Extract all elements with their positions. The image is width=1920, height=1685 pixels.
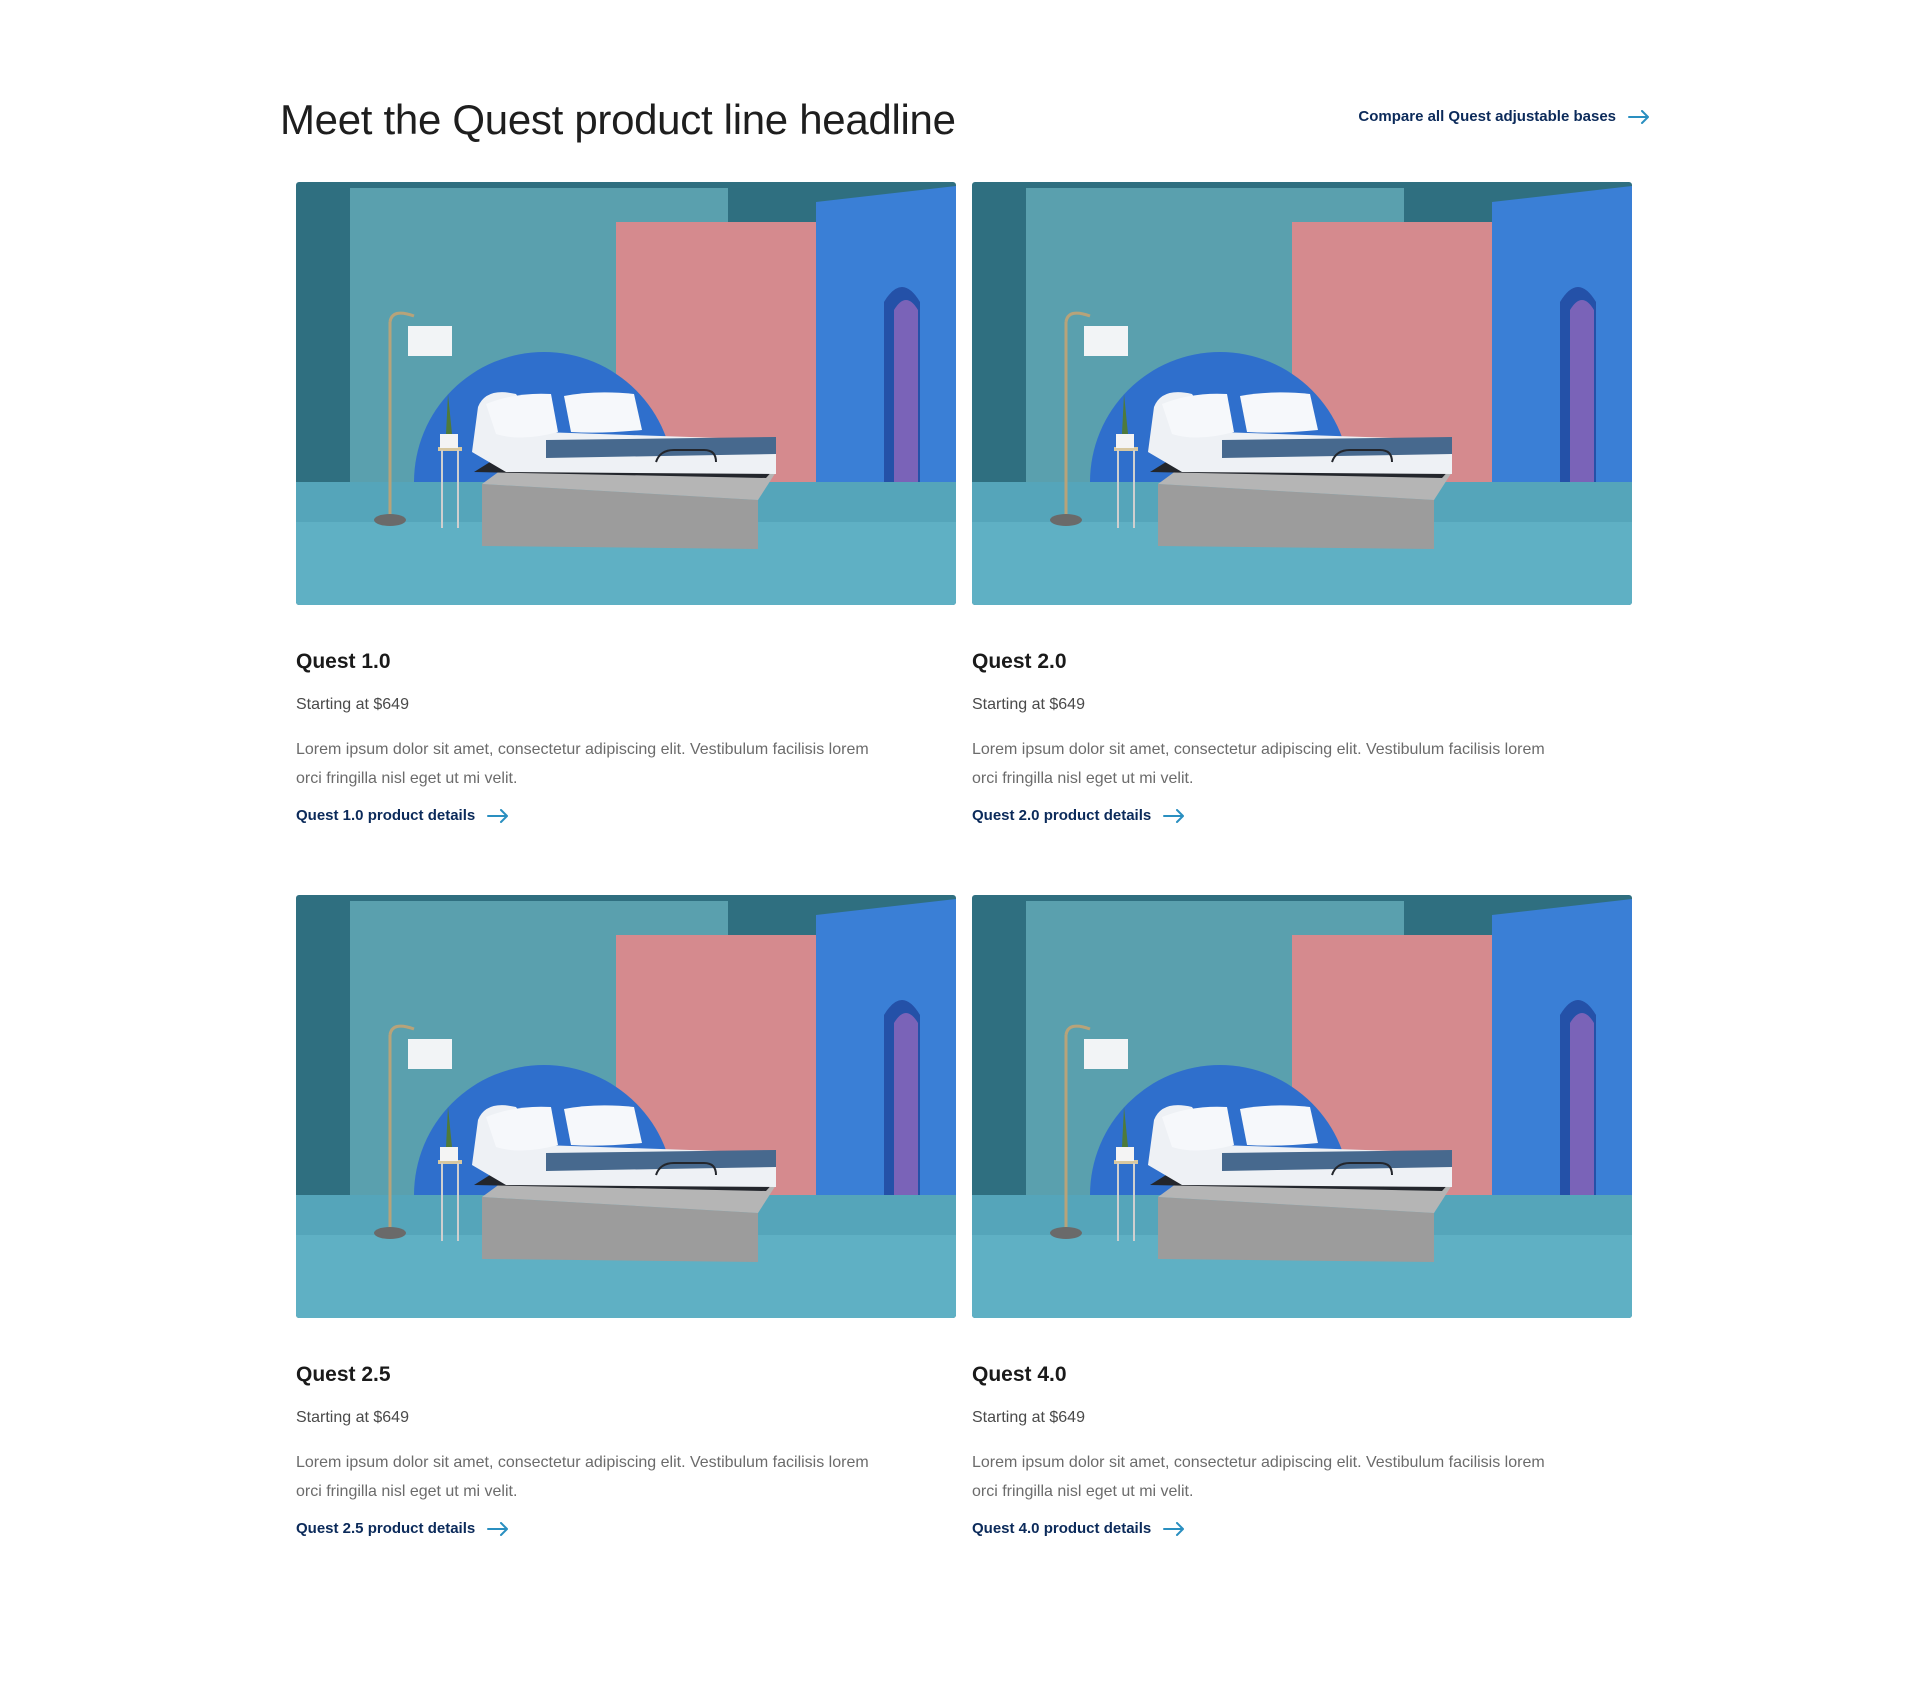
product-description: Lorem ipsum dolor sit amet, consectetur … bbox=[296, 1454, 869, 1500]
product-details-link[interactable]: Quest 4.0 product details bbox=[972, 1520, 1185, 1537]
product-image[interactable] bbox=[296, 182, 956, 605]
product-title: Quest 1.0 bbox=[296, 650, 391, 673]
product-details-link-label: Quest 2.5 product details bbox=[296, 1520, 476, 1537]
product-card: Quest 2.5 Starting at $649 Lorem ipsum d… bbox=[296, 895, 956, 1538]
product-price: Starting at $649 bbox=[972, 696, 1085, 713]
arrow-right-icon bbox=[487, 1521, 509, 1536]
product-image[interactable] bbox=[972, 182, 1632, 605]
product-card: Quest 1.0 Starting at $649 Lorem ipsum d… bbox=[296, 182, 956, 825]
product-details-link[interactable]: Quest 2.5 product details bbox=[296, 1520, 509, 1537]
compare-all-link[interactable]: Compare all Quest adjustable bases bbox=[1358, 108, 1650, 125]
product-price: Starting at $649 bbox=[972, 1409, 1085, 1426]
arrow-right-icon bbox=[1163, 1521, 1185, 1536]
product-description: Lorem ipsum dolor sit amet, consectetur … bbox=[972, 741, 1545, 787]
product-description: Lorem ipsum dolor sit amet, consectetur … bbox=[972, 1454, 1545, 1500]
product-details-link-label: Quest 2.0 product details bbox=[972, 807, 1152, 824]
product-price: Starting at $649 bbox=[296, 1409, 409, 1426]
product-card: Quest 2.0 Starting at $649 Lorem ipsum d… bbox=[972, 182, 1632, 825]
product-details-link[interactable]: Quest 1.0 product details bbox=[296, 807, 509, 824]
product-title: Quest 2.5 bbox=[296, 1363, 391, 1386]
product-price: Starting at $649 bbox=[296, 696, 409, 713]
product-line-section: Meet the Quest product line headline Com… bbox=[0, 0, 1920, 1685]
product-card: Quest 4.0 Starting at $649 Lorem ipsum d… bbox=[972, 895, 1632, 1538]
product-description: Lorem ipsum dolor sit amet, consectetur … bbox=[296, 741, 869, 787]
product-image[interactable] bbox=[296, 895, 956, 1318]
product-title: Quest 2.0 bbox=[972, 650, 1067, 673]
product-details-link-label: Quest 1.0 product details bbox=[296, 807, 476, 824]
compare-all-link-label: Compare all Quest adjustable bases bbox=[1358, 108, 1616, 125]
product-grid: Quest 1.0 Starting at $649 Lorem ipsum d… bbox=[296, 182, 1636, 1538]
arrow-right-icon bbox=[1628, 109, 1649, 124]
section-headline: Meet the Quest product line headline bbox=[280, 96, 956, 143]
product-title: Quest 4.0 bbox=[972, 1363, 1067, 1386]
product-details-link-label: Quest 4.0 product details bbox=[972, 1520, 1152, 1537]
arrow-right-icon bbox=[487, 808, 509, 823]
product-image[interactable] bbox=[972, 895, 1632, 1318]
product-details-link[interactable]: Quest 2.0 product details bbox=[972, 807, 1185, 824]
arrow-right-icon bbox=[1163, 808, 1185, 823]
